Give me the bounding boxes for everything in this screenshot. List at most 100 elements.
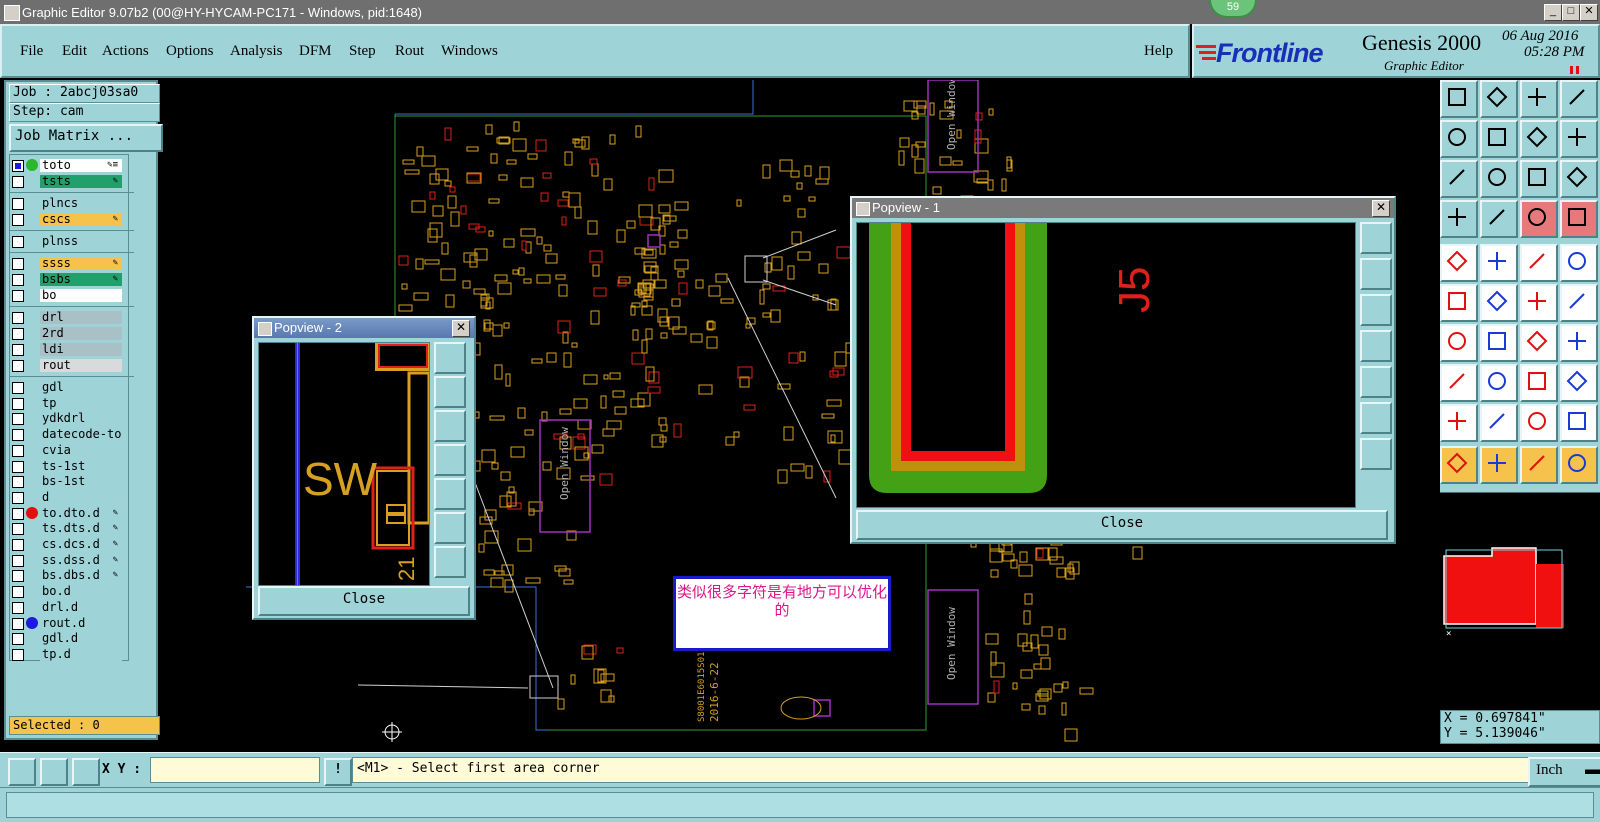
pointer-area-icon[interactable] xyxy=(1520,446,1558,484)
menu-options[interactable]: Options xyxy=(166,43,214,60)
delete-point-icon[interactable] xyxy=(1480,284,1518,322)
layer-row-bs-1st[interactable]: bs-1st xyxy=(10,475,134,489)
layer-name[interactable]: tsts ✎ xyxy=(40,175,122,188)
layer-name[interactable]: rout.d xyxy=(40,616,122,630)
layer-checkbox[interactable] xyxy=(12,429,24,442)
fit-all-icon[interactable] xyxy=(1440,160,1478,198)
layer-checkbox[interactable] xyxy=(12,539,24,551)
layer-name[interactable]: drl.d xyxy=(40,600,122,614)
menu-analysis[interactable]: Analysis xyxy=(230,43,283,60)
layer-name[interactable]: cscs ✎ xyxy=(40,213,122,226)
xy-input[interactable] xyxy=(150,757,320,783)
layer-name[interactable]: bo.d xyxy=(40,585,122,599)
swap-view-icon[interactable] xyxy=(1520,120,1558,158)
layer-row-ss[interactable]: ssss ✎ xyxy=(10,257,134,271)
zoom-home-icon[interactable] xyxy=(1440,80,1478,118)
layer-compare-icon[interactable] xyxy=(1560,200,1598,238)
layer-checkbox[interactable] xyxy=(12,236,24,248)
ruler-icon[interactable] xyxy=(1520,244,1558,282)
layer-row-bo.d[interactable]: bo.d xyxy=(10,585,134,599)
menu-help[interactable]: Help xyxy=(1144,43,1173,60)
layer-name[interactable]: bs-1st xyxy=(40,475,122,489)
layer-row-to[interactable]: toto ✎≡ xyxy=(10,159,134,173)
measure-distance-icon[interactable] xyxy=(1480,244,1518,282)
layer-name[interactable]: drl xyxy=(40,311,122,324)
split-line-icon[interactable] xyxy=(1480,364,1518,402)
layer-row-ldi[interactable]: ldi xyxy=(10,343,134,357)
popview-pan-up-button[interactable] xyxy=(434,376,466,408)
pan-right-icon[interactable] xyxy=(1480,120,1518,158)
arc-draw-icon[interactable] xyxy=(1480,404,1518,442)
layer-row-bs.d[interactable]: bs.dbs.d ✎ xyxy=(10,569,134,583)
menu-edit[interactable]: Edit xyxy=(62,43,87,60)
menu-actions[interactable]: Actions xyxy=(102,43,149,60)
flip-icon[interactable] xyxy=(1560,324,1598,362)
layer-row-gdl.d[interactable]: gdl.d xyxy=(10,632,134,646)
layer-name[interactable]: ss.dss.d ✎ xyxy=(40,553,122,567)
layer-checkbox[interactable] xyxy=(12,460,24,473)
move-point-icon[interactable] xyxy=(1520,284,1558,322)
layer-checkbox[interactable] xyxy=(12,344,24,356)
layer-row-gdl[interactable]: gdl xyxy=(10,381,134,395)
layer-name[interactable]: tp.d xyxy=(40,647,122,661)
popview-1-close-x[interactable]: ✕ xyxy=(1372,200,1390,217)
layer-name[interactable]: ts.dts.d ✎ xyxy=(40,522,122,536)
layer-name[interactable]: d xyxy=(40,490,122,504)
layer-row-ss.d[interactable]: ss.dss.d ✎ xyxy=(10,553,134,568)
layer-name[interactable]: rout xyxy=(40,359,122,372)
layer-checkbox[interactable] xyxy=(12,397,24,410)
arc-edit-icon[interactable] xyxy=(1560,404,1598,442)
layer-row-ts[interactable]: tsts ✎ xyxy=(10,175,134,189)
layer-name[interactable]: plncs xyxy=(40,197,122,210)
layer-toggle-icon[interactable] xyxy=(1520,200,1558,238)
popview-pan-up-button[interactable] xyxy=(1360,258,1392,290)
grid-icon[interactable] xyxy=(1480,200,1518,238)
layer-row-datecode-to[interactable]: datecode-to xyxy=(10,428,134,442)
popview-2-viewport[interactable]: SW 21 xyxy=(258,342,430,586)
copy-point-icon[interactable] xyxy=(1560,284,1598,322)
layer-checkbox[interactable] xyxy=(12,554,24,567)
layer-name[interactable]: ldi xyxy=(40,343,122,356)
layer-checkbox[interactable] xyxy=(12,491,24,504)
one-to-one-icon[interactable] xyxy=(1520,160,1558,198)
layer-row-ts.d[interactable]: ts.dts.d ✎ xyxy=(10,522,134,536)
layer-checkbox[interactable] xyxy=(12,507,24,520)
layer-name[interactable]: ssss ✎ xyxy=(40,257,122,270)
popview-zoom-fit-button[interactable] xyxy=(434,342,466,374)
layer-row-ts-1st[interactable]: ts-1st xyxy=(10,459,134,474)
pan-left-icon[interactable] xyxy=(1440,120,1478,158)
line-draw-icon[interactable] xyxy=(1480,324,1518,362)
layer-row-rout.d[interactable]: rout.d xyxy=(10,616,134,631)
layer-checkbox[interactable] xyxy=(12,476,24,489)
pad-icon[interactable] xyxy=(1560,244,1598,282)
layer-checkbox[interactable] xyxy=(12,176,24,188)
help-query-icon[interactable] xyxy=(1560,160,1598,198)
alert-icon[interactable]: ! xyxy=(324,758,352,786)
grid-mode-button[interactable] xyxy=(72,758,100,786)
measure-mode-button[interactable] xyxy=(40,758,68,786)
layer-checkbox[interactable] xyxy=(12,382,24,394)
popview-pan-left-button[interactable] xyxy=(434,444,466,476)
popview-pan-down-button[interactable] xyxy=(434,410,466,442)
maximize-button[interactable]: □ xyxy=(1562,4,1580,21)
popview-pan-right-button[interactable] xyxy=(434,478,466,510)
layer-checkbox[interactable] xyxy=(12,586,24,599)
job-matrix-button[interactable]: Job Matrix ... xyxy=(9,124,163,152)
popview-1-close-button[interactable]: Close xyxy=(856,510,1388,540)
popview-1-viewport[interactable]: J5 xyxy=(856,222,1356,508)
ruler-settings-icon[interactable] xyxy=(1440,200,1478,238)
minimize-button[interactable]: _ xyxy=(1544,4,1562,21)
center-icon[interactable] xyxy=(1480,160,1518,198)
layer-name[interactable]: gdl.d xyxy=(40,632,122,646)
layer-checkbox[interactable] xyxy=(12,290,24,302)
layer-name[interactable]: toto ✎≡ xyxy=(40,159,122,172)
zoom-redraw-icon[interactable] xyxy=(1560,120,1598,158)
layer-name[interactable]: cs.dcs.d ✎ xyxy=(40,538,122,551)
net-show-icon[interactable] xyxy=(1440,284,1478,322)
close-window-button[interactable]: ✕ xyxy=(1580,4,1598,21)
layer-name[interactable]: 2rd xyxy=(40,327,122,340)
popview-2-close-button[interactable]: Close xyxy=(258,586,470,616)
snap-icon[interactable] xyxy=(1440,364,1478,402)
layer-name[interactable]: bsbs ✎ xyxy=(40,273,122,286)
layer-name[interactable]: bo xyxy=(40,289,122,302)
